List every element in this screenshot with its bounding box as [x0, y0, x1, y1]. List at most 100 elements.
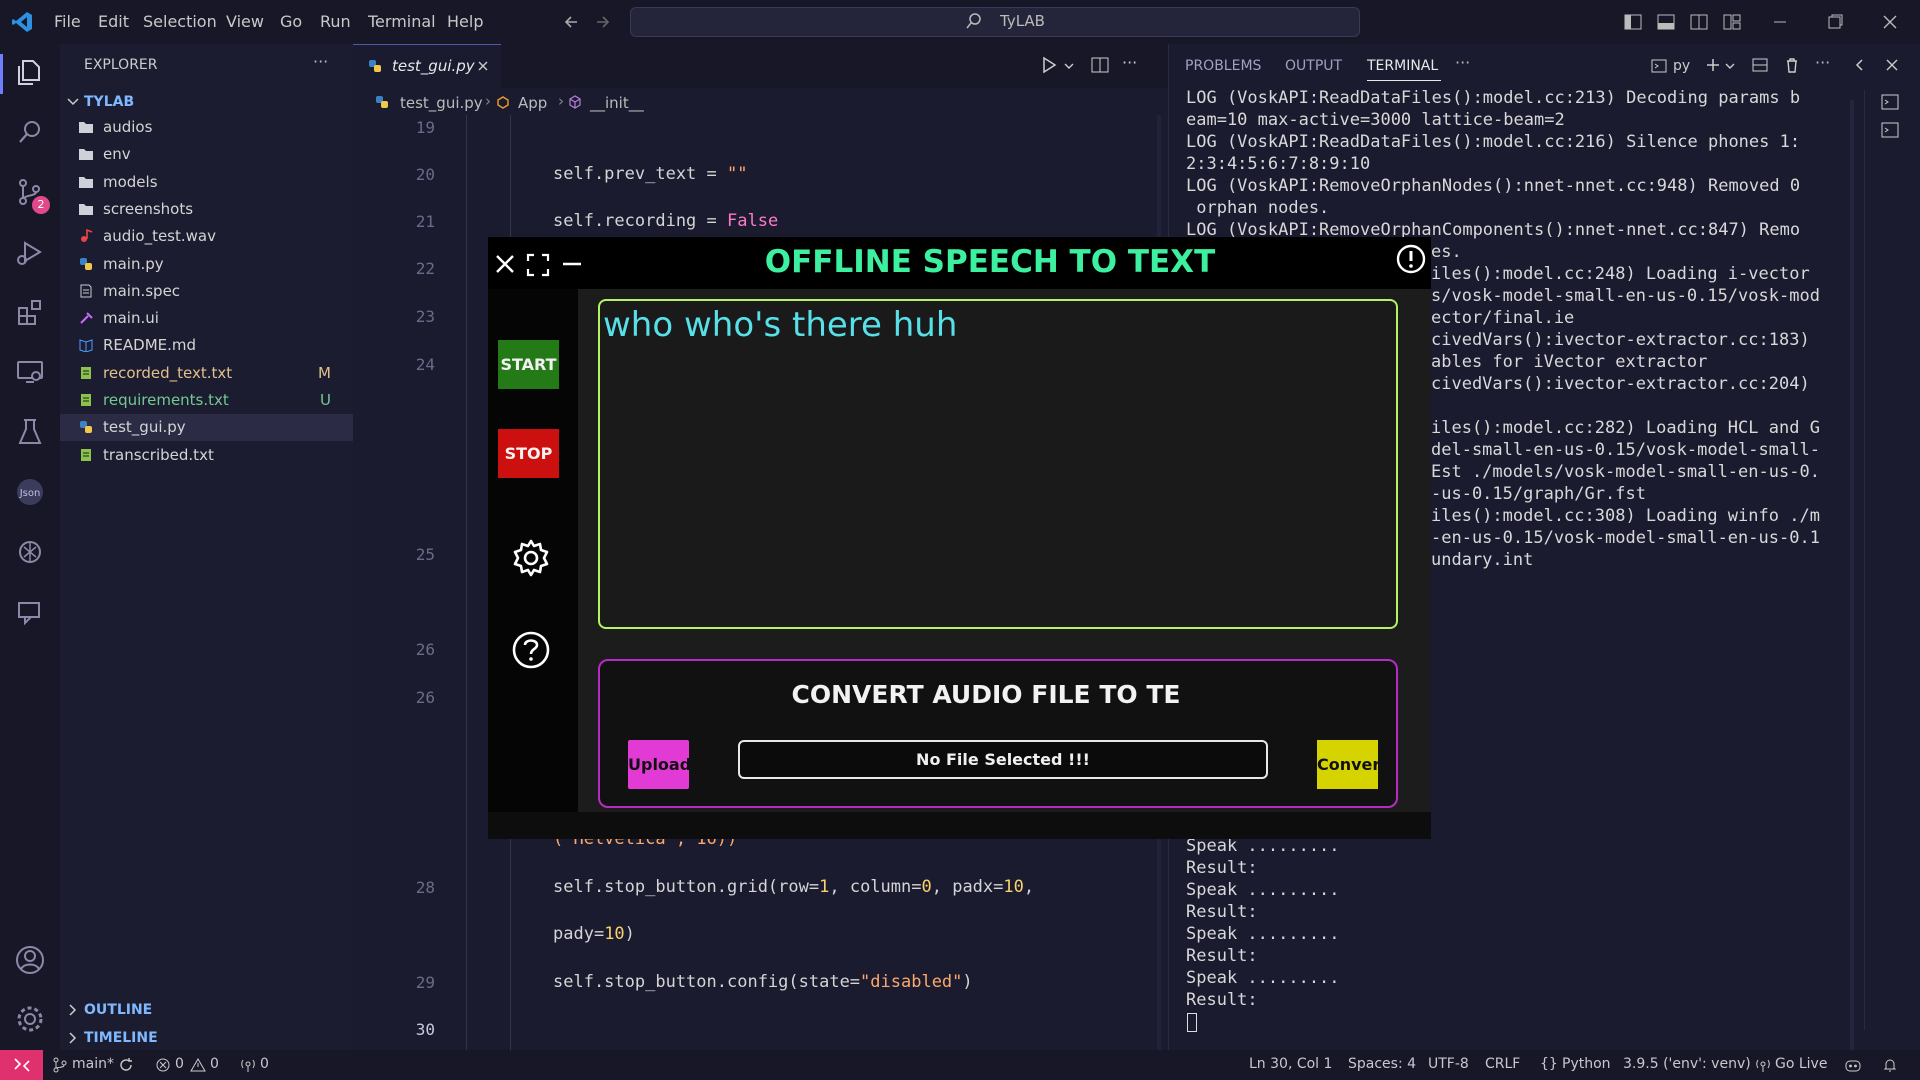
testing-flask-icon[interactable] [14, 416, 46, 448]
chevron-right-icon[interactable] [66, 1003, 80, 1017]
app-close-icon[interactable] [494, 253, 516, 275]
git-branch[interactable]: main* [72, 1056, 114, 1072]
python-interpreter[interactable]: 3.9.5 ('env': venv) [1623, 1056, 1751, 1072]
forward-arrow-icon[interactable] [594, 13, 612, 31]
extensions-icon[interactable] [14, 296, 46, 328]
explorer-item[interactable]: audio_test.wav [60, 223, 353, 250]
language-mode[interactable]: Python [1562, 1056, 1611, 1072]
breadcrumb-file[interactable]: test_gui.py [400, 94, 483, 112]
add-terminal-icon[interactable] [1704, 56, 1722, 74]
menu-help[interactable]: Help [447, 12, 483, 31]
command-center-search[interactable] [630, 7, 1360, 37]
indentation[interactable]: Spaces: 4 [1348, 1056, 1416, 1072]
start-button[interactable]: START [498, 340, 559, 389]
timeline-section[interactable]: TIMELINE [84, 1030, 158, 1046]
toggle-sidebar-icon[interactable] [1623, 12, 1643, 32]
code-line[interactable]: self.recording = False [553, 211, 778, 231]
toggle-secondary-sidebar-icon[interactable] [1689, 12, 1709, 32]
explorer-item[interactable]: requirements.txt U [60, 387, 353, 414]
explorer-item[interactable]: main.py [60, 251, 353, 278]
toggle-panel-icon[interactable] [1656, 12, 1676, 32]
warning-count[interactable]: 0 [210, 1056, 219, 1072]
accounts-icon[interactable] [14, 944, 46, 976]
go-live[interactable]: Go Live [1775, 1056, 1827, 1072]
stop-button[interactable]: STOP [498, 429, 559, 478]
cursor-position[interactable]: Ln 30, Col 1 [1249, 1056, 1332, 1072]
restore-window-icon[interactable] [1825, 12, 1845, 32]
app-minimize-icon[interactable] [561, 253, 583, 275]
outline-section[interactable]: OUTLINE [84, 1002, 152, 1018]
tab-terminal[interactable]: TERMINAL [1367, 58, 1438, 74]
menu-selection[interactable]: Selection [143, 12, 217, 31]
tab-output[interactable]: OUTPUT [1285, 58, 1342, 74]
terminal-instance-icon[interactable] [1880, 120, 1900, 140]
explorer-item[interactable]: main.ui [60, 305, 353, 332]
explorer-item[interactable]: test_gui.py [60, 414, 353, 441]
menu-edit[interactable]: Edit [98, 12, 129, 31]
language-braces-icon[interactable]: {} [1540, 1056, 1558, 1072]
terminal-more-icon[interactable]: ··· [1815, 53, 1830, 72]
minimize-window-icon[interactable] [1770, 12, 1790, 32]
convert-button[interactable]: Convert [1317, 740, 1378, 789]
explorer-files-icon[interactable] [14, 56, 46, 88]
explorer-item[interactable]: recorded_text.txt M [60, 360, 353, 387]
upload-button[interactable]: Upload [628, 740, 691, 789]
error-count[interactable]: 0 [175, 1056, 184, 1072]
explorer-item[interactable]: README.md [60, 332, 353, 359]
close-window-icon[interactable] [1880, 12, 1900, 32]
customize-layout-icon[interactable] [1722, 12, 1742, 32]
json-extension-icon[interactable]: Json [14, 476, 46, 508]
run-file-icon[interactable] [1039, 55, 1059, 75]
chevron-down-icon[interactable] [66, 95, 80, 109]
explorer-more-icon[interactable]: ··· [313, 52, 328, 71]
tab-label[interactable]: test_gui.py [392, 57, 475, 75]
workspace-root[interactable]: TYLAB [84, 94, 134, 110]
app-help-question-icon[interactable] [511, 630, 551, 670]
editor-more-icon[interactable]: ··· [1122, 53, 1137, 72]
menu-view[interactable]: View [226, 12, 264, 31]
app-fullscreen-icon[interactable] [526, 253, 550, 277]
terminal-shell-label[interactable]: py [1673, 58, 1690, 74]
code-line[interactable]: self.stop_button.config(state="disabled"… [553, 972, 973, 992]
explorer-item[interactable]: main.spec [60, 278, 353, 305]
back-arrow-icon[interactable] [562, 13, 580, 31]
menu-terminal[interactable]: Terminal [368, 12, 436, 31]
code-line[interactable]: pady=10) [553, 924, 635, 944]
chevron-left-icon[interactable] [1852, 57, 1868, 73]
line-ending[interactable]: CRLF [1485, 1056, 1520, 1072]
transcript-textbox[interactable] [598, 299, 1398, 629]
app-settings-gear-icon[interactable] [510, 537, 552, 579]
search-view-icon[interactable] [14, 116, 46, 148]
ports-count[interactable]: 0 [260, 1056, 269, 1072]
notifications-bell-icon[interactable] [1882, 1057, 1898, 1073]
trash-icon[interactable] [1783, 56, 1801, 74]
terminal-instance-icon[interactable] [1880, 92, 1900, 112]
chevron-right-icon[interactable] [66, 1031, 80, 1045]
ai-assistant-icon[interactable] [14, 536, 46, 568]
copilot-icon[interactable] [1844, 1057, 1862, 1073]
explorer-item[interactable]: models [60, 169, 353, 196]
chevron-down-icon[interactable] [1724, 60, 1736, 72]
chat-icon[interactable] [14, 596, 46, 628]
remote-explorer-icon[interactable] [14, 356, 46, 388]
panel-more-icon[interactable]: ··· [1455, 53, 1470, 72]
code-line[interactable]: self.stop_button.grid(row=1, column=0, p… [553, 877, 1034, 897]
breadcrumb-method[interactable]: __init__ [590, 94, 644, 112]
split-editor-icon[interactable] [1090, 55, 1110, 75]
settings-gear-icon[interactable] [14, 1003, 46, 1035]
encoding[interactable]: UTF-8 [1428, 1056, 1469, 1072]
code-line[interactable]: self.prev_text = "" [553, 164, 748, 184]
menu-run[interactable]: Run [320, 12, 351, 31]
info-alert-icon[interactable] [1395, 243, 1427, 275]
split-terminal-icon[interactable] [1751, 56, 1769, 74]
close-panel-icon[interactable] [1884, 57, 1900, 73]
close-tab-icon[interactable] [476, 59, 490, 73]
chevron-down-icon[interactable] [1063, 60, 1075, 72]
sync-icon[interactable] [118, 1057, 134, 1073]
explorer-item[interactable]: transcribed.txt [60, 442, 353, 469]
explorer-item[interactable]: env [60, 141, 353, 168]
explorer-item[interactable]: audios [60, 114, 353, 141]
terminal-scrollbar[interactable] [1850, 100, 1854, 1050]
menu-go[interactable]: Go [280, 12, 302, 31]
tab-problems[interactable]: PROBLEMS [1185, 58, 1261, 74]
